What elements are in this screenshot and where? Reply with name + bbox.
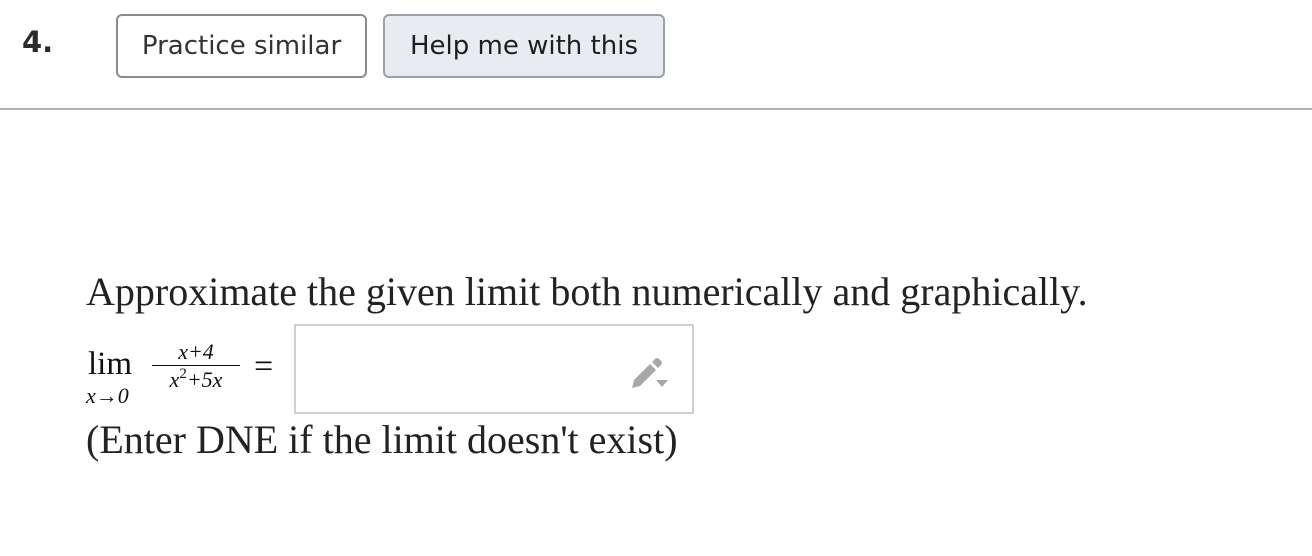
answer-input[interactable] [294,324,694,414]
pencil-dropdown-icon[interactable] [628,354,670,390]
limit-operator: lim [88,346,133,382]
practice-similar-button[interactable]: Practice similar [116,14,367,78]
header-divider [0,108,1312,110]
denominator-rest: +5x [186,367,223,392]
question-number: 4. [22,25,54,59]
equals-sign: = [254,348,274,385]
fraction-denominator: x2+5x [152,366,240,392]
help-me-button[interactable]: Help me with this [383,14,665,78]
limit-expression: lim x→0 x+4 x2+5x = [86,336,296,416]
limit-approach: x→0 [86,383,129,408]
fraction-numerator: x+4 [178,339,214,364]
denominator-exponent: 2 [179,366,187,382]
question-page: 4. Practice similar Help me with this Ap… [0,0,1312,556]
denominator-base: x [169,367,180,392]
problem-prompt: Approximate the given limit both numeric… [86,269,1088,314]
limit-fraction: x+4 x2+5x [152,340,240,392]
dne-note: (Enter DNE if the limit doesn't exist) [86,417,678,462]
fraction-bar [152,365,240,366]
